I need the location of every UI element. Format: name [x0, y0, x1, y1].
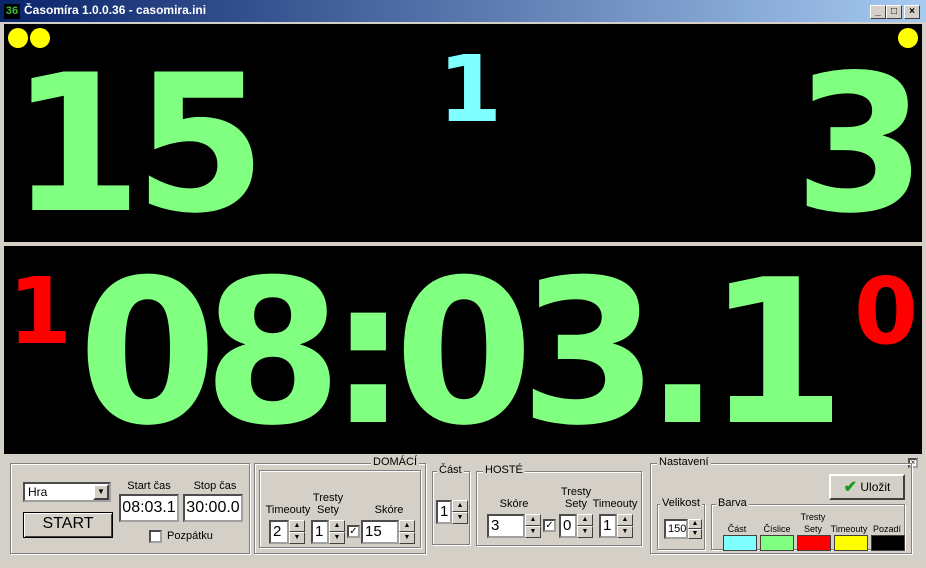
home-sets-label-1: Tresty	[312, 492, 344, 504]
guest-timeouts-value: 1	[599, 514, 617, 538]
spinner-down-icon[interactable]: ▼	[329, 532, 345, 544]
mode-select-value: Hra	[28, 485, 48, 499]
app-icon: 36	[4, 4, 20, 19]
home-score-value: 15	[361, 520, 399, 544]
guest-timeouts-label: Timeouty	[592, 498, 638, 510]
time-display: 1 08:03.1 0	[4, 246, 922, 454]
color-legend: Barva	[716, 497, 749, 509]
start-button[interactable]: START	[23, 512, 113, 538]
score-display: 15 1 3	[4, 24, 922, 242]
settings-group: Nastavení ✔ Uložit Velikost 150 ▲ ▼ Barv…	[650, 456, 912, 554]
home-sets-spinner[interactable]: 1 ▲ ▼	[311, 520, 345, 544]
mode-select[interactable]: Hra ▼	[23, 482, 111, 502]
home-timeouts-spinner[interactable]: 2 ▲ ▼	[269, 520, 305, 544]
guest-sets-label-1: Tresty	[560, 486, 592, 498]
spinner-up-icon[interactable]: ▲	[452, 500, 468, 512]
spinner-up-icon[interactable]: ▲	[289, 520, 305, 532]
guest-score-label: Skóre	[499, 498, 529, 510]
stop-time-input[interactable]: 30:00.0	[183, 494, 243, 522]
home-sets-value: 1	[311, 520, 329, 544]
swatch-label-penalties-1: Tresty	[800, 512, 826, 522]
general-group: Hra ▼ START Start čas 08:03.1 Stop čas 3…	[10, 463, 250, 554]
guest-sets-label-2: Sety	[564, 498, 587, 510]
chevron-down-icon[interactable]: ▼	[93, 484, 109, 500]
spinner-up-icon[interactable]: ▲	[329, 520, 345, 532]
home-sets-label-2: Sety	[316, 504, 339, 516]
swatch-label-period: Část	[727, 524, 747, 534]
spinner-up-icon[interactable]: ▲	[577, 514, 593, 526]
size-value: 150	[664, 519, 688, 539]
spinner-up-icon[interactable]: ▲	[617, 514, 633, 526]
guest-sets-checkbox[interactable]: ✓	[543, 519, 556, 532]
home-timeouts-value: 2	[269, 520, 289, 544]
stop-time-label: Stop čas	[193, 480, 237, 492]
maximize-button[interactable]: □	[886, 5, 902, 19]
guest-score-spinner[interactable]: 3 ▲ ▼	[487, 514, 541, 538]
spinner-down-icon[interactable]: ▼	[525, 526, 541, 538]
control-panel: × Hra ▼ START Start čas 08:03.1 Stop čas…	[4, 456, 922, 566]
period-value: 1	[436, 500, 452, 524]
title-bar: 36 Časomíra 1.0.0.36 - casomira.ini _ □ …	[0, 0, 926, 22]
spinner-down-icon[interactable]: ▼	[577, 526, 593, 538]
size-group: Velikost 150 ▲ ▼	[657, 497, 705, 550]
home-group: DOMÁCÍ Timeouty 2 ▲ ▼ Tresty Sety 1 ▲ ▼ …	[254, 456, 426, 554]
color-swatch-timeouts[interactable]	[834, 535, 868, 551]
period-group: Část 1 ▲ ▼	[432, 464, 470, 545]
minimize-button[interactable]: _	[870, 5, 886, 19]
start-time-input[interactable]: 08:03.1	[119, 494, 179, 522]
spinner-down-icon[interactable]: ▼	[399, 532, 415, 544]
settings-legend: Nastavení	[657, 456, 711, 468]
spinner-up-icon[interactable]: ▲	[688, 519, 702, 529]
guest-group: HOSTÉ Skóre 3 ▲ ▼ ✓ Tresty Sety 0 ▲ ▼ Ti…	[476, 464, 642, 546]
guest-sets-value: 0	[559, 514, 577, 538]
size-legend: Velikost	[660, 497, 702, 509]
home-score-label: Skóre	[374, 504, 404, 516]
swatch-label-background: Pozadí	[872, 524, 902, 534]
spinner-down-icon[interactable]: ▼	[452, 512, 468, 524]
period-legend: Část	[437, 464, 464, 476]
save-button[interactable]: ✔ Uložit	[829, 474, 905, 500]
color-swatch-period[interactable]	[723, 535, 757, 551]
color-swatch-penalties[interactable]	[797, 535, 831, 551]
start-time-label: Start čas	[127, 480, 171, 492]
clock-display: 08:03.1	[78, 246, 846, 454]
guest-score-value: 3	[487, 514, 525, 538]
home-legend: DOMÁCÍ	[371, 456, 419, 468]
home-penalties-display: 1	[8, 258, 73, 365]
save-button-label: Uložit	[860, 480, 891, 494]
period-spinner[interactable]: 1 ▲ ▼	[436, 500, 468, 524]
spinner-up-icon[interactable]: ▲	[525, 514, 541, 526]
color-swatch-background[interactable]	[871, 535, 905, 551]
swatch-label-timeouts: Timeouty	[830, 524, 868, 534]
spinner-down-icon[interactable]: ▼	[617, 526, 633, 538]
countdown-label: Pozpátku	[167, 530, 213, 542]
period-display: 1	[438, 36, 503, 143]
countdown-checkbox[interactable]	[149, 530, 162, 543]
window-title: Časomíra 1.0.0.36 - casomira.ini	[24, 3, 207, 17]
spinner-down-icon[interactable]: ▼	[688, 529, 702, 539]
spinner-down-icon[interactable]: ▼	[289, 532, 305, 544]
home-sets-checkbox[interactable]: ✓	[347, 525, 360, 538]
size-spinner[interactable]: 150 ▲ ▼	[664, 519, 702, 539]
checkmark-icon: ✔	[843, 478, 858, 496]
home-score-display: 15	[10, 34, 266, 242]
color-swatch-digits[interactable]	[760, 535, 794, 551]
guest-timeouts-spinner[interactable]: 1 ▲ ▼	[599, 514, 633, 538]
guest-score-display: 3	[794, 34, 922, 242]
close-button[interactable]: ×	[904, 5, 920, 19]
swatch-label-penalties-2: Sety	[803, 524, 822, 534]
guest-legend: HOSTÉ	[483, 464, 525, 476]
home-timeouts-label: Timeouty	[265, 504, 311, 516]
home-score-spinner[interactable]: 15 ▲ ▼	[361, 520, 415, 544]
guest-sets-spinner[interactable]: 0 ▲ ▼	[559, 514, 593, 538]
spinner-up-icon[interactable]: ▲	[399, 520, 415, 532]
guest-penalties-display: 0	[854, 258, 919, 365]
